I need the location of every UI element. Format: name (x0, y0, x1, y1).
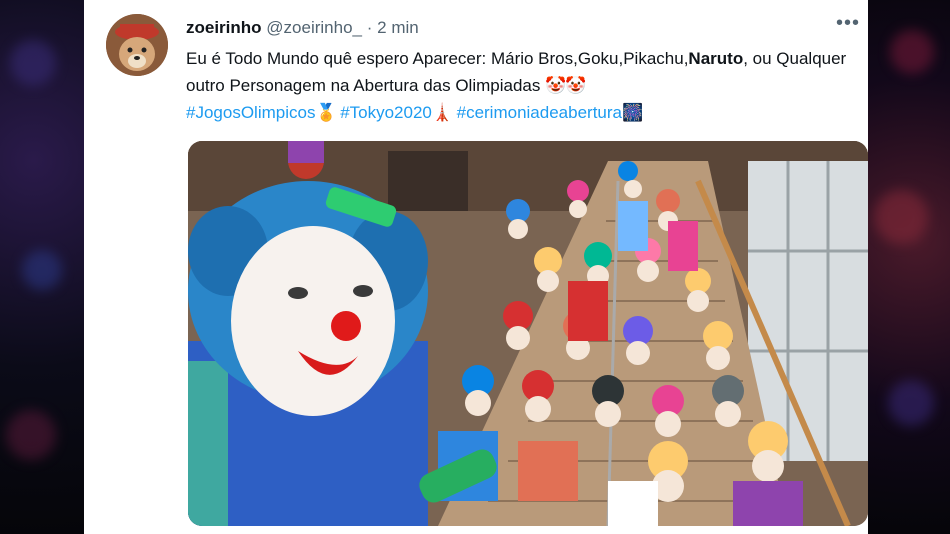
medal-emoji-icon: 🏅 (315, 103, 337, 122)
separator-dot: · (366, 18, 373, 37)
tweet-card[interactable]: zoeirinho @zoeirinho_ · 2 min ••• Eu é T… (84, 0, 868, 534)
fireworks-emoji-icon: 🎆 (622, 103, 644, 122)
hashtag-cerimonia[interactable]: #cerimoniadeabertura (457, 103, 622, 122)
clowns-staircase-photo-icon (188, 141, 868, 526)
more-options-icon[interactable]: ••• (834, 13, 862, 34)
clown-emoji-icon: 🤡 (565, 76, 587, 95)
tweet-header: zoeirinho @zoeirinho_ · 2 min (186, 18, 868, 42)
dog-avatar-icon (106, 14, 168, 76)
tweet-text: Eu é Todo Mundo quê espero Aparecer: Már… (186, 45, 850, 126)
tower-emoji-icon: 🗼 (431, 103, 454, 122)
hashtag-jogos-olimpicos[interactable]: #JogosOlimpicos (186, 103, 315, 122)
timestamp[interactable]: 2 min (377, 18, 419, 37)
user-handle[interactable]: @zoeirinho_ (266, 18, 362, 37)
hashtag-tokyo2020[interactable]: #Tokyo2020 (340, 103, 432, 122)
avatar[interactable] (106, 14, 168, 76)
tweet-text-bold: Naruto (688, 49, 744, 68)
tweet-text-part1: Eu é Todo Mundo quê espero Aparecer: Már… (186, 49, 689, 68)
tweet-media-image[interactable] (188, 141, 868, 526)
clown-emoji-icon: 🤡 (545, 76, 567, 95)
display-name[interactable]: zoeirinho (186, 18, 262, 37)
background-left (0, 0, 84, 534)
background-right (866, 0, 950, 534)
